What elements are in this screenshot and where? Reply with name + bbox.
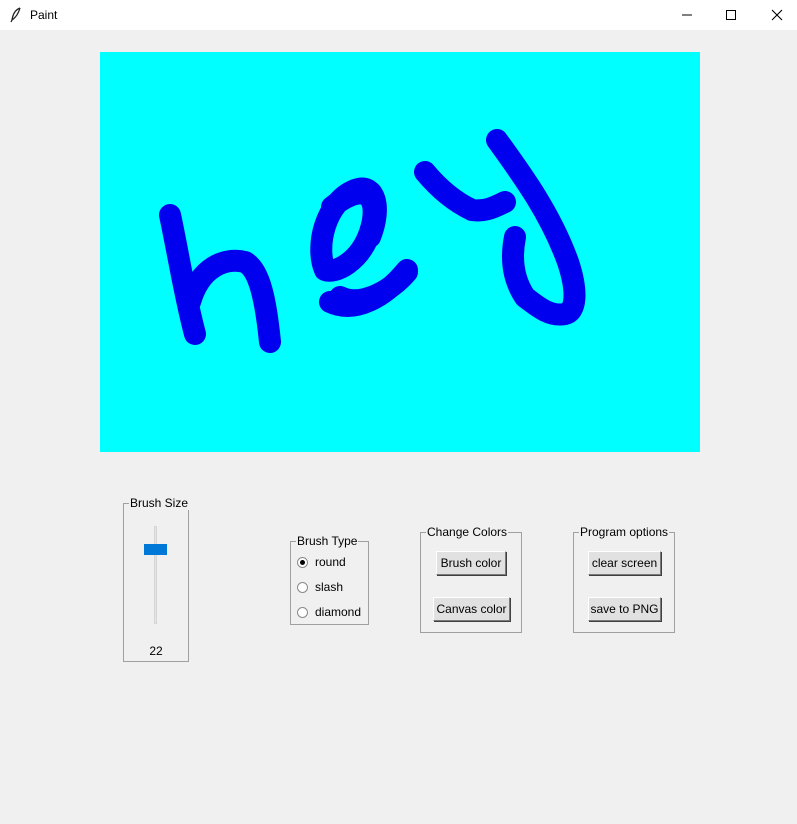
stroke-y-left — [414, 161, 516, 222]
program-options-group: Program options clear screen save to PNG — [573, 525, 675, 633]
drawn-strokes — [159, 129, 586, 353]
close-button[interactable] — [754, 0, 797, 30]
radio-slash-indicator[interactable] — [297, 581, 308, 593]
radio-round[interactable]: round — [297, 554, 346, 570]
radio-slash[interactable]: slash — [297, 579, 343, 595]
brush-size-slider-thumb[interactable] — [144, 544, 167, 555]
radio-diamond[interactable]: diamond — [297, 604, 361, 620]
canvas-color-button[interactable]: Canvas color — [433, 597, 510, 621]
change-colors-group: Change Colors Brush color Canvas color — [420, 525, 522, 633]
maximize-icon — [726, 10, 736, 20]
feather-icon — [9, 7, 23, 23]
radio-round-indicator[interactable] — [297, 556, 308, 568]
radio-diamond-label: diamond — [315, 605, 362, 619]
radio-round-label: round — [315, 555, 346, 569]
save-to-png-button[interactable]: save to PNG — [588, 597, 661, 621]
brush-color-button[interactable]: Brush color — [436, 551, 506, 575]
title-bar: Paint — [0, 0, 797, 30]
change-colors-label: Change Colors — [426, 525, 509, 539]
brush-size-value: 22 — [149, 644, 163, 658]
radio-slash-label: slash — [315, 580, 344, 594]
minimize-icon — [682, 14, 692, 16]
brush-size-slider-track[interactable] — [154, 526, 157, 624]
drawing-canvas[interactable] — [100, 52, 700, 452]
brush-size-group: Brush Size 22 — [123, 496, 190, 662]
clear-screen-button[interactable]: clear screen — [588, 551, 661, 575]
brush-size-label: Brush Size — [129, 496, 190, 510]
minimize-button[interactable] — [664, 0, 710, 30]
window-title: Paint — [30, 8, 58, 22]
close-icon — [771, 9, 783, 21]
program-options-label: Program options — [579, 525, 670, 539]
maximize-button[interactable] — [708, 0, 754, 30]
brush-type-label: Brush Type — [296, 534, 359, 548]
brush-type-group: Brush Type round slash diamond — [290, 534, 369, 625]
radio-diamond-indicator[interactable] — [297, 606, 308, 618]
stroke-y-right — [486, 129, 586, 326]
